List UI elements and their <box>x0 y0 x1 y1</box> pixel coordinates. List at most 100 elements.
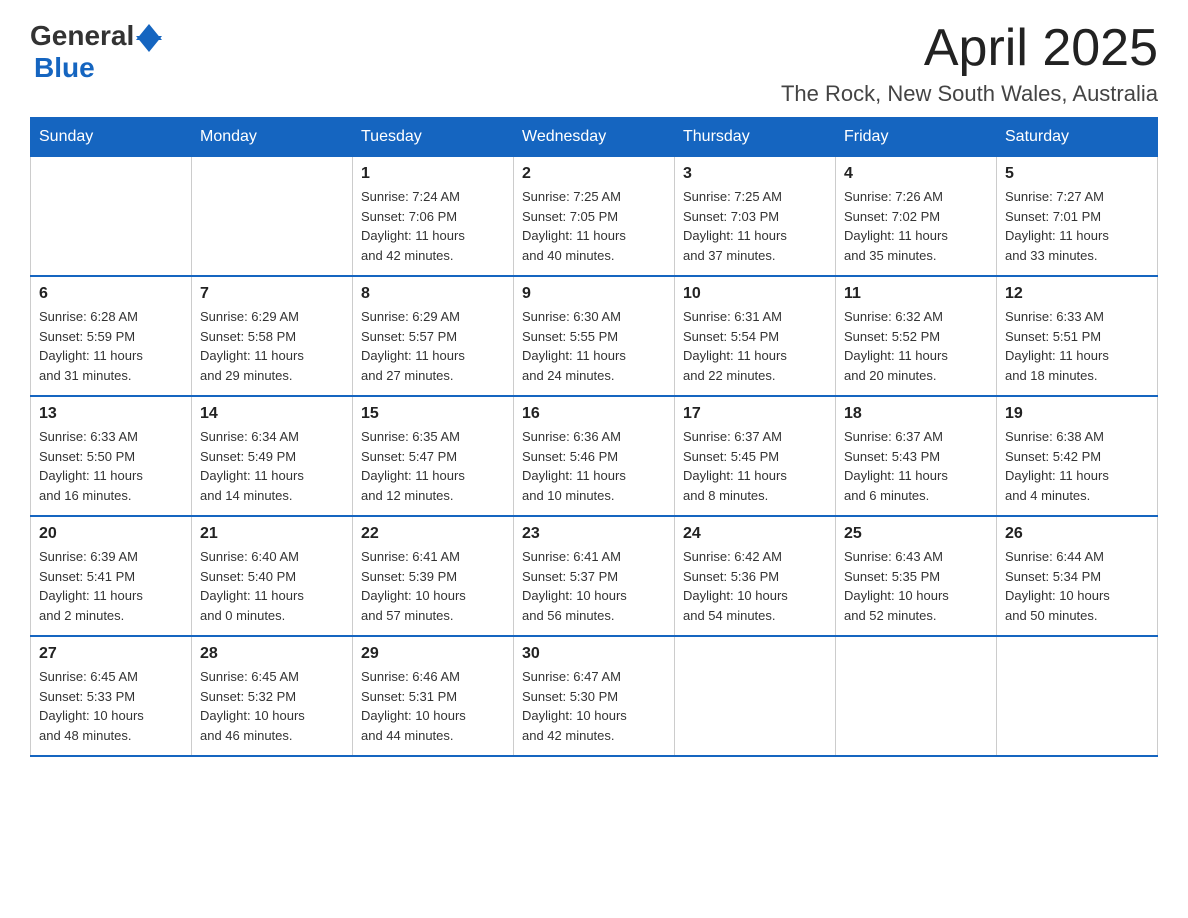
day-number: 26 <box>1005 525 1149 543</box>
day-info: Sunrise: 6:38 AM Sunset: 5:42 PM Dayligh… <box>1005 427 1149 505</box>
day-number: 28 <box>200 645 344 663</box>
calendar-cell: 25 Sunrise: 6:43 AM Sunset: 5:35 PM Dayli… <box>836 516 997 636</box>
logo-text-blue: Blue <box>34 52 95 83</box>
calendar-cell: 28Sunrise: 6:45 AM Sunset: 5:32 PM Dayli… <box>192 636 353 756</box>
day-info: Sunrise: 6:37 AM Sunset: 5:45 PM Dayligh… <box>683 427 827 505</box>
day-number: 10 <box>683 285 827 303</box>
day-number: 27 <box>39 645 183 663</box>
day-info: Sunrise: 6:47 AM Sunset: 5:30 PM Dayligh… <box>522 667 666 745</box>
calendar-cell: 22 Sunrise: 6:41 AM Sunset: 5:39 PM Dayli… <box>353 516 514 636</box>
day-info: Sunrise: 6:29 AM Sunset: 5:58 PM Dayligh… <box>200 307 344 385</box>
calendar-cell <box>31 157 192 277</box>
day-number: 2 <box>522 165 666 183</box>
calendar-cell: 19 Sunrise: 6:38 AM Sunset: 5:42 PM Dayli… <box>997 396 1158 516</box>
calendar-cell: 8 Sunrise: 6:29 AM Sunset: 5:57 PM Daylig… <box>353 276 514 396</box>
calendar-week-row: 27 Sunrise: 6:45 AM Sunset: 5:33 PM Dayli… <box>31 636 1158 756</box>
calendar-cell: 20Sunrise: 6:39 AM Sunset: 5:41 PM Dayli… <box>31 516 192 636</box>
day-number: 14 <box>200 405 344 423</box>
day-info: Sunrise: 6:28 AM Sunset: 5:59 PM Dayligh… <box>39 307 183 385</box>
day-number: 23 <box>522 525 666 543</box>
day-info: Sunrise: 6:37 AM Sunset: 5:43 PM Dayligh… <box>844 427 988 505</box>
day-number: 1 <box>361 165 505 183</box>
calendar-cell <box>836 636 997 756</box>
day-number: 6 <box>39 285 183 303</box>
calendar-cell: 27 Sunrise: 6:45 AM Sunset: 5:33 PM Dayli… <box>31 636 192 756</box>
day-info: Sunrise: 6:46 AM Sunset: 5:31 PM Dayligh… <box>361 667 505 745</box>
day-number: 19 <box>1005 405 1149 423</box>
calendar-cell: 6 Sunrise: 6:28 AM Sunset: 5:59 PM Daylig… <box>31 276 192 396</box>
calendar-cell: 3 Sunrise: 7:25 AM Sunset: 7:03 PM Daylig… <box>675 157 836 277</box>
day-number: 15 <box>361 405 505 423</box>
calendar-cell: 14Sunrise: 6:34 AM Sunset: 5:49 PM Dayli… <box>192 396 353 516</box>
weekday-header-monday: Monday <box>192 118 353 157</box>
calendar-cell: 16 Sunrise: 6:36 AM Sunset: 5:46 PM Dayli… <box>514 396 675 516</box>
calendar-cell: 29 Sunrise: 6:46 AM Sunset: 5:31 PM Dayli… <box>353 636 514 756</box>
day-number: 3 <box>683 165 827 183</box>
day-number: 29 <box>361 645 505 663</box>
day-number: 8 <box>361 285 505 303</box>
calendar-cell: 26Sunrise: 6:44 AM Sunset: 5:34 PM Dayli… <box>997 516 1158 636</box>
title-section: April 2025 The Rock, New South Wales, Au… <box>781 20 1158 107</box>
weekday-header-sunday: Sunday <box>31 118 192 157</box>
logo-text-general: General <box>30 20 134 52</box>
calendar-cell: 15 Sunrise: 6:35 AM Sunset: 5:47 PM Dayli… <box>353 396 514 516</box>
calendar-cell: 5Sunrise: 7:27 AM Sunset: 7:01 PM Daylig… <box>997 157 1158 277</box>
month-year-title: April 2025 <box>781 20 1158 77</box>
calendar-cell: 24Sunrise: 6:42 AM Sunset: 5:36 PM Dayli… <box>675 516 836 636</box>
day-info: Sunrise: 7:25 AM Sunset: 7:03 PM Dayligh… <box>683 187 827 265</box>
weekday-header-wednesday: Wednesday <box>514 118 675 157</box>
day-info: Sunrise: 6:31 AM Sunset: 5:54 PM Dayligh… <box>683 307 827 385</box>
calendar-cell: 30 Sunrise: 6:47 AM Sunset: 5:30 PM Dayli… <box>514 636 675 756</box>
calendar-cell: 1 Sunrise: 7:24 AM Sunset: 7:06 PM Daylig… <box>353 157 514 277</box>
day-info: Sunrise: 6:45 AM Sunset: 5:33 PM Dayligh… <box>39 667 183 745</box>
day-info: Sunrise: 6:42 AM Sunset: 5:36 PM Dayligh… <box>683 547 827 625</box>
weekday-header-thursday: Thursday <box>675 118 836 157</box>
day-info: Sunrise: 6:33 AM Sunset: 5:51 PM Dayligh… <box>1005 307 1149 385</box>
day-number: 25 <box>844 525 988 543</box>
weekday-header-tuesday: Tuesday <box>353 118 514 157</box>
calendar-cell: 2 Sunrise: 7:25 AM Sunset: 7:05 PM Daylig… <box>514 157 675 277</box>
calendar-cell: 4 Sunrise: 7:26 AM Sunset: 7:02 PM Daylig… <box>836 157 997 277</box>
weekday-header-saturday: Saturday <box>997 118 1158 157</box>
day-number: 4 <box>844 165 988 183</box>
day-info: Sunrise: 7:26 AM Sunset: 7:02 PM Dayligh… <box>844 187 988 265</box>
calendar-cell <box>192 157 353 277</box>
day-info: Sunrise: 6:36 AM Sunset: 5:46 PM Dayligh… <box>522 427 666 505</box>
weekday-header-friday: Friday <box>836 118 997 157</box>
day-number: 16 <box>522 405 666 423</box>
day-info: Sunrise: 6:30 AM Sunset: 5:55 PM Dayligh… <box>522 307 666 385</box>
day-info: Sunrise: 7:25 AM Sunset: 7:05 PM Dayligh… <box>522 187 666 265</box>
day-number: 18 <box>844 405 988 423</box>
calendar-week-row: 13Sunrise: 6:33 AM Sunset: 5:50 PM Dayli… <box>31 396 1158 516</box>
calendar-cell: 21 Sunrise: 6:40 AM Sunset: 5:40 PM Dayli… <box>192 516 353 636</box>
day-info: Sunrise: 6:39 AM Sunset: 5:41 PM Dayligh… <box>39 547 183 625</box>
day-number: 30 <box>522 645 666 663</box>
calendar-table: SundayMondayTuesdayWednesdayThursdayFrid… <box>30 117 1158 757</box>
calendar-cell <box>675 636 836 756</box>
day-number: 5 <box>1005 165 1149 183</box>
day-info: Sunrise: 7:24 AM Sunset: 7:06 PM Dayligh… <box>361 187 505 265</box>
calendar-cell: 7 Sunrise: 6:29 AM Sunset: 5:58 PM Daylig… <box>192 276 353 396</box>
day-info: Sunrise: 6:29 AM Sunset: 5:57 PM Dayligh… <box>361 307 505 385</box>
day-number: 7 <box>200 285 344 303</box>
day-info: Sunrise: 6:41 AM Sunset: 5:37 PM Dayligh… <box>522 547 666 625</box>
calendar-cell <box>997 636 1158 756</box>
day-number: 22 <box>361 525 505 543</box>
calendar-cell: 10 Sunrise: 6:31 AM Sunset: 5:54 PM Dayli… <box>675 276 836 396</box>
location-subtitle: The Rock, New South Wales, Australia <box>781 81 1158 107</box>
calendar-week-row: 20Sunrise: 6:39 AM Sunset: 5:41 PM Dayli… <box>31 516 1158 636</box>
calendar-week-row: 6 Sunrise: 6:28 AM Sunset: 5:59 PM Daylig… <box>31 276 1158 396</box>
calendar-cell: 12Sunrise: 6:33 AM Sunset: 5:51 PM Dayli… <box>997 276 1158 396</box>
day-number: 21 <box>200 525 344 543</box>
calendar-week-row: 1 Sunrise: 7:24 AM Sunset: 7:06 PM Daylig… <box>31 157 1158 277</box>
day-info: Sunrise: 6:35 AM Sunset: 5:47 PM Dayligh… <box>361 427 505 505</box>
logo: General Blue <box>30 20 162 84</box>
day-info: Sunrise: 6:41 AM Sunset: 5:39 PM Dayligh… <box>361 547 505 625</box>
day-info: Sunrise: 6:32 AM Sunset: 5:52 PM Dayligh… <box>844 307 988 385</box>
day-info: Sunrise: 6:33 AM Sunset: 5:50 PM Dayligh… <box>39 427 183 505</box>
day-info: Sunrise: 6:40 AM Sunset: 5:40 PM Dayligh… <box>200 547 344 625</box>
day-info: Sunrise: 6:43 AM Sunset: 5:35 PM Dayligh… <box>844 547 988 625</box>
calendar-cell: 23 Sunrise: 6:41 AM Sunset: 5:37 PM Dayli… <box>514 516 675 636</box>
weekday-header-row: SundayMondayTuesdayWednesdayThursdayFrid… <box>31 118 1158 157</box>
page-header: General Blue April 2025 The Rock, New So… <box>30 20 1158 107</box>
